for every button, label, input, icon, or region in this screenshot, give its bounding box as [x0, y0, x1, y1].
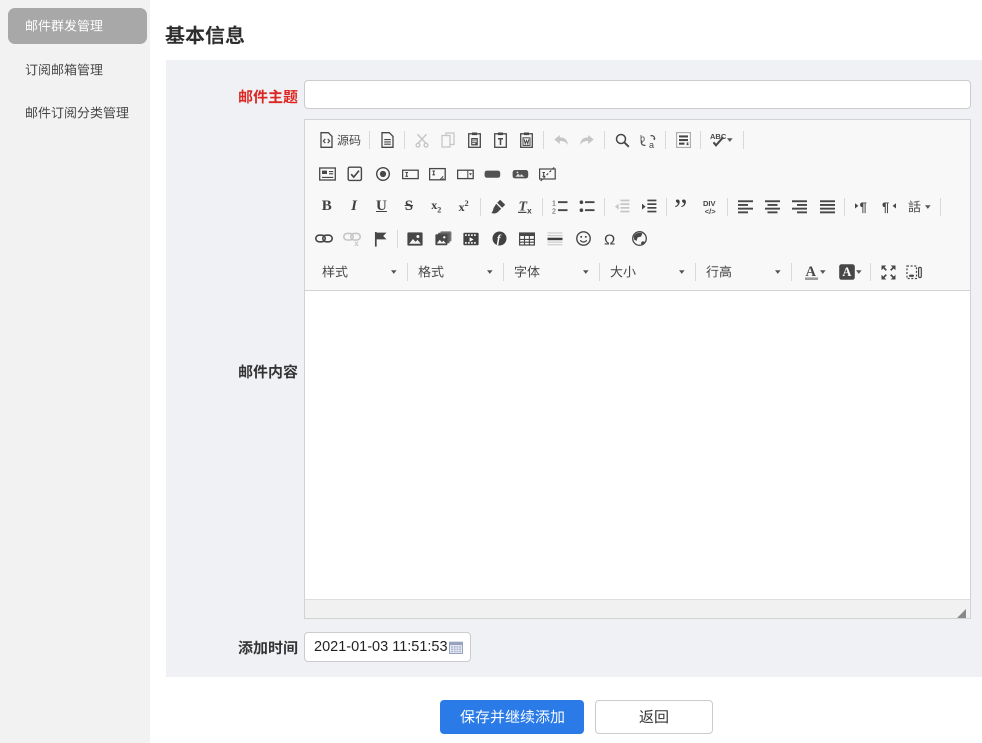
svg-text:a: a	[649, 140, 654, 148]
svg-text:x: x	[354, 238, 359, 245]
svg-text:x: x	[527, 205, 532, 215]
svg-text:Ω: Ω	[604, 231, 615, 246]
svg-text:2: 2	[552, 209, 556, 215]
svg-text:A: A	[842, 265, 851, 279]
svg-text:</>: </>	[705, 207, 716, 215]
svg-text:¶: ¶	[859, 200, 866, 215]
svg-text:¶: ¶	[882, 200, 889, 215]
svg-text:”: ”	[675, 199, 687, 215]
svg-text:1: 1	[552, 201, 556, 208]
svg-text:ABC: ABC	[710, 132, 726, 141]
